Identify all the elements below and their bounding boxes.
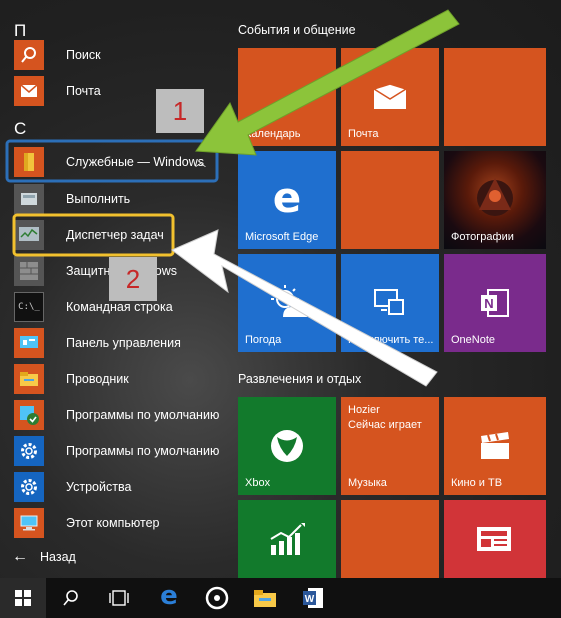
windows-logo-icon [15, 590, 31, 606]
taskbar-search-button[interactable] [48, 578, 94, 618]
start-button[interactable] [0, 578, 46, 618]
white-arrow [171, 229, 438, 387]
annotation-layer [5, 9, 460, 387]
taskbar-edge[interactable]: e [146, 578, 192, 618]
svg-text:W: W [305, 594, 315, 605]
task-view-button[interactable] [96, 578, 142, 618]
edge-icon: e [160, 581, 178, 611]
highlight-box-task-manager [12, 213, 175, 257]
media-disc-icon [205, 586, 229, 610]
annotation-number-2: 2 [109, 257, 157, 301]
search-icon [63, 590, 78, 606]
highlight-box-accessories [5, 139, 219, 183]
annotation-number-1: 1 [156, 89, 204, 133]
taskbar: e W [0, 578, 561, 618]
folder-icon [254, 590, 276, 607]
task-view-icon [109, 590, 129, 606]
taskbar-file-explorer[interactable] [242, 578, 288, 618]
taskbar-media-app[interactable] [194, 578, 240, 618]
green-arrow [195, 9, 460, 156]
word-icon: W [303, 588, 323, 608]
taskbar-word[interactable]: W [290, 578, 336, 618]
